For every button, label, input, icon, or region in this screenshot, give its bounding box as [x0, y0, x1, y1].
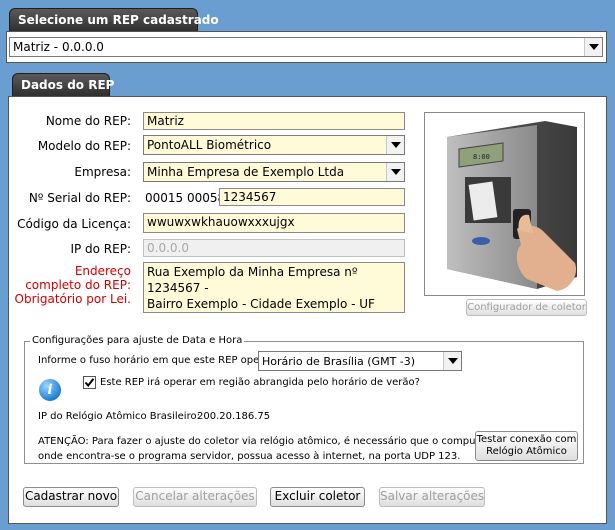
endereco-label-line: Endereço — [74, 264, 131, 278]
rep-device-image: 8:00 — [424, 112, 585, 296]
device-screen-text: 8:00 — [473, 153, 490, 161]
ip-label: IP do REP: — [70, 242, 131, 256]
tab-select-rep: Selecione um REP cadastrado — [9, 8, 219, 32]
ip-field: 0.0.0.0 — [143, 239, 405, 257]
chevron-down-icon[interactable] — [584, 38, 602, 56]
atomic-warning-line: ATENÇÃO: Para fazer o ajuste do coletor … — [38, 436, 503, 447]
atomic-warning: ATENÇÃO: Para fazer o ajuste do coletor … — [38, 434, 502, 464]
chevron-down-icon[interactable] — [443, 352, 461, 370]
salvar-alteracoes-button[interactable]: Salvar alterações — [379, 487, 485, 507]
fuso-select-value: Horário de Brasília (GMT -3) — [262, 355, 416, 368]
licenca-label: Código da Licença: — [17, 217, 131, 231]
dst-checkbox[interactable] — [83, 376, 96, 389]
cancelar-alteracoes-button[interactable]: Cancelar alterações — [133, 487, 257, 507]
chevron-down-icon[interactable] — [386, 163, 404, 181]
chevron-down-icon[interactable] — [386, 136, 404, 154]
rep-select[interactable]: Matriz - 0.0.0.0 — [9, 37, 603, 57]
test-atomic-button[interactable]: Testar conexão com Relógio Atômico — [475, 431, 578, 461]
modelo-select-value: PontoALL Biométrico — [147, 138, 272, 152]
endereco-label: Endereço completo do REP: Obrigatório po… — [15, 264, 131, 306]
configurador-button[interactable]: Configurador de coletor — [466, 299, 587, 316]
info-icon: i — [39, 379, 61, 401]
test-atomic-button-line: Testar conexão com — [476, 434, 577, 445]
cadastrar-novo-button[interactable]: Cadastrar novo — [23, 487, 119, 507]
endereco-line: Rua Exemplo da Minha Empresa nº 1234567 … — [147, 265, 358, 295]
fuso-select[interactable]: Horário de Brasília (GMT -3) — [258, 351, 462, 371]
serial-label: Nº Serial do REP: — [28, 191, 131, 205]
atomic-ip-value: 200.20.186.75 — [197, 411, 271, 422]
tab-select-rep-label: Selecione um REP cadastrado — [18, 13, 219, 27]
endereco-label-line: Obrigatório por Lei. — [14, 292, 131, 306]
endereco-line: Bairro Exemplo - Cidade Exemplo - UF — [147, 297, 375, 311]
modelo-label: Modelo do REP: — [37, 139, 131, 153]
atomic-warning-line: onde encontra-se o programa servidor, po… — [38, 451, 461, 462]
nome-field[interactable]: Matriz — [143, 112, 405, 130]
endereco-label-line: completo do REP: — [25, 278, 131, 292]
rep-select-value: Matriz - 0.0.0.0 — [13, 40, 104, 54]
endereco-textarea[interactable]: Rua Exemplo da Minha Empresa nº 1234567 … — [143, 262, 405, 313]
nome-label: Nome do REP: — [45, 114, 131, 128]
licenca-field[interactable]: wwuwxwkhauowxxxujgx — [143, 213, 405, 233]
checkmark-icon — [84, 378, 95, 388]
datetime-config-legend: Configurações para ajuste de Data e Hora — [30, 335, 245, 346]
fuso-label: Informe o fuso horário em que este REP o… — [38, 355, 273, 366]
empresa-label: Empresa: — [74, 165, 131, 179]
rep-device-illustration: 8:00 — [447, 121, 577, 291]
test-atomic-button-line: Relógio Atômico — [486, 446, 567, 457]
serial-field[interactable]: 1234567 — [219, 188, 405, 206]
tab-rep-data: Dados do REP — [12, 73, 114, 97]
empresa-select-value: Minha Empresa de Exemplo Ltda — [147, 165, 345, 179]
dst-label: Este REP irá operar em região abrangida … — [100, 377, 420, 388]
modelo-select[interactable]: PontoALL Biométrico — [143, 135, 405, 155]
serial-prefix: 00015 00058 — [145, 191, 226, 205]
excluir-coletor-button[interactable]: Excluir coletor — [270, 487, 365, 507]
tab-rep-data-label: Dados do REP — [21, 78, 115, 92]
atomic-ip-label: IP do Relógio Atômico Brasileiro: — [38, 411, 200, 422]
empresa-select[interactable]: Minha Empresa de Exemplo Ltda — [143, 162, 405, 182]
